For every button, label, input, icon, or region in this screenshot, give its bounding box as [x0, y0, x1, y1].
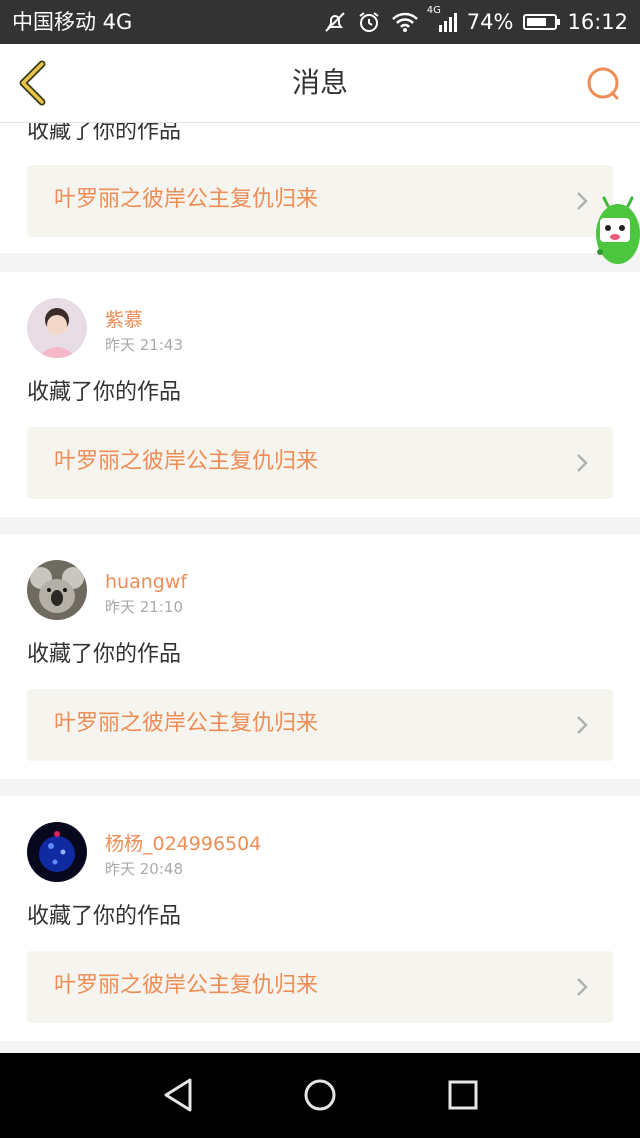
- chevron-right-icon: [577, 192, 588, 210]
- battery-percent: 74%: [466, 10, 514, 34]
- username[interactable]: 紫慕: [105, 308, 143, 332]
- message-action: 收藏了你的作品: [27, 123, 182, 144]
- work-title: 叶罗丽之彼岸公主复仇归来: [54, 973, 319, 998]
- battery-level: [527, 18, 547, 26]
- page-title: 消息: [291, 66, 348, 99]
- message-card: 紫慕 昨天 21:43 收藏了你的作品 叶罗丽之彼岸公主复仇归来: [0, 272, 640, 517]
- message-card: 收藏了你的作品 叶罗丽之彼岸公主复仇归来: [0, 123, 640, 253]
- alarm-icon: [357, 10, 381, 34]
- message-action: 收藏了你的作品: [27, 904, 182, 929]
- message-card: huangwf 昨天 21:10 收藏了你的作品 叶罗丽之彼岸公主复仇归来: [0, 534, 640, 779]
- work-title: 叶罗丽之彼岸公主复仇归来: [54, 187, 319, 212]
- chevron-right-icon: [577, 978, 588, 996]
- carrier-label: 中国移动 4G: [12, 10, 133, 34]
- green-mascot-icon: [596, 196, 640, 264]
- system-nav-bar: [0, 1053, 640, 1138]
- header: 消息: [0, 44, 640, 123]
- circle-home-icon: [304, 1079, 336, 1111]
- search-button[interactable]: [584, 64, 624, 104]
- nav-home-button[interactable]: [302, 1077, 338, 1113]
- work-link[interactable]: 叶罗丽之彼岸公主复仇归来: [27, 165, 613, 237]
- work-link[interactable]: 叶罗丽之彼岸公主复仇归来: [27, 951, 613, 1023]
- floating-mascot[interactable]: [594, 196, 640, 266]
- square-recents-icon: [448, 1080, 478, 1110]
- work-title: 叶罗丽之彼岸公主复仇归来: [54, 711, 319, 736]
- koala-avatar-image: [27, 560, 87, 620]
- work-link[interactable]: 叶罗丽之彼岸公主复仇归来: [27, 427, 613, 499]
- work-link[interactable]: 叶罗丽之彼岸公主复仇归来: [27, 689, 613, 761]
- signal-icon: 4G: [427, 5, 457, 33]
- avatar[interactable]: [27, 822, 87, 882]
- nav-recents-button[interactable]: [445, 1077, 481, 1113]
- girl-avatar-image: [27, 298, 87, 358]
- triangle-back-icon: [164, 1078, 192, 1112]
- clock: 16:12: [567, 10, 628, 34]
- status-icons: 4G 74% 16:12: [323, 5, 628, 36]
- message-card: 杨杨_024996504 昨天 20:48 收藏了你的作品 叶罗丽之彼岸公主复仇…: [0, 796, 640, 1041]
- username[interactable]: huangwf: [105, 570, 187, 594]
- message-list[interactable]: 收藏了你的作品 叶罗丽之彼岸公主复仇归来 紫慕 昨天 21:43 收藏了你的作品…: [0, 123, 640, 1053]
- mute-icon: [323, 10, 347, 34]
- nav-back-button[interactable]: [160, 1077, 196, 1113]
- avatar[interactable]: [27, 560, 87, 620]
- timestamp: 昨天 20:48: [105, 860, 183, 878]
- message-action: 收藏了你的作品: [27, 642, 182, 667]
- wifi-icon: [391, 11, 419, 33]
- network-type-label: 4G: [426, 5, 441, 16]
- chevron-right-icon: [577, 716, 588, 734]
- chevron-right-icon: [577, 454, 588, 472]
- work-title: 叶罗丽之彼岸公主复仇归来: [54, 449, 319, 474]
- avatar[interactable]: [27, 298, 87, 358]
- battery-icon: [523, 14, 561, 30]
- blue-lights-avatar-image: [27, 822, 87, 882]
- username[interactable]: 杨杨_024996504: [105, 832, 261, 856]
- message-action: 收藏了你的作品: [27, 380, 182, 405]
- timestamp: 昨天 21:43: [105, 336, 183, 354]
- status-bar: 中国移动 4G 4G 74% 16:12: [0, 0, 640, 44]
- timestamp: 昨天 21:10: [105, 598, 183, 616]
- search-icon: [587, 67, 619, 100]
